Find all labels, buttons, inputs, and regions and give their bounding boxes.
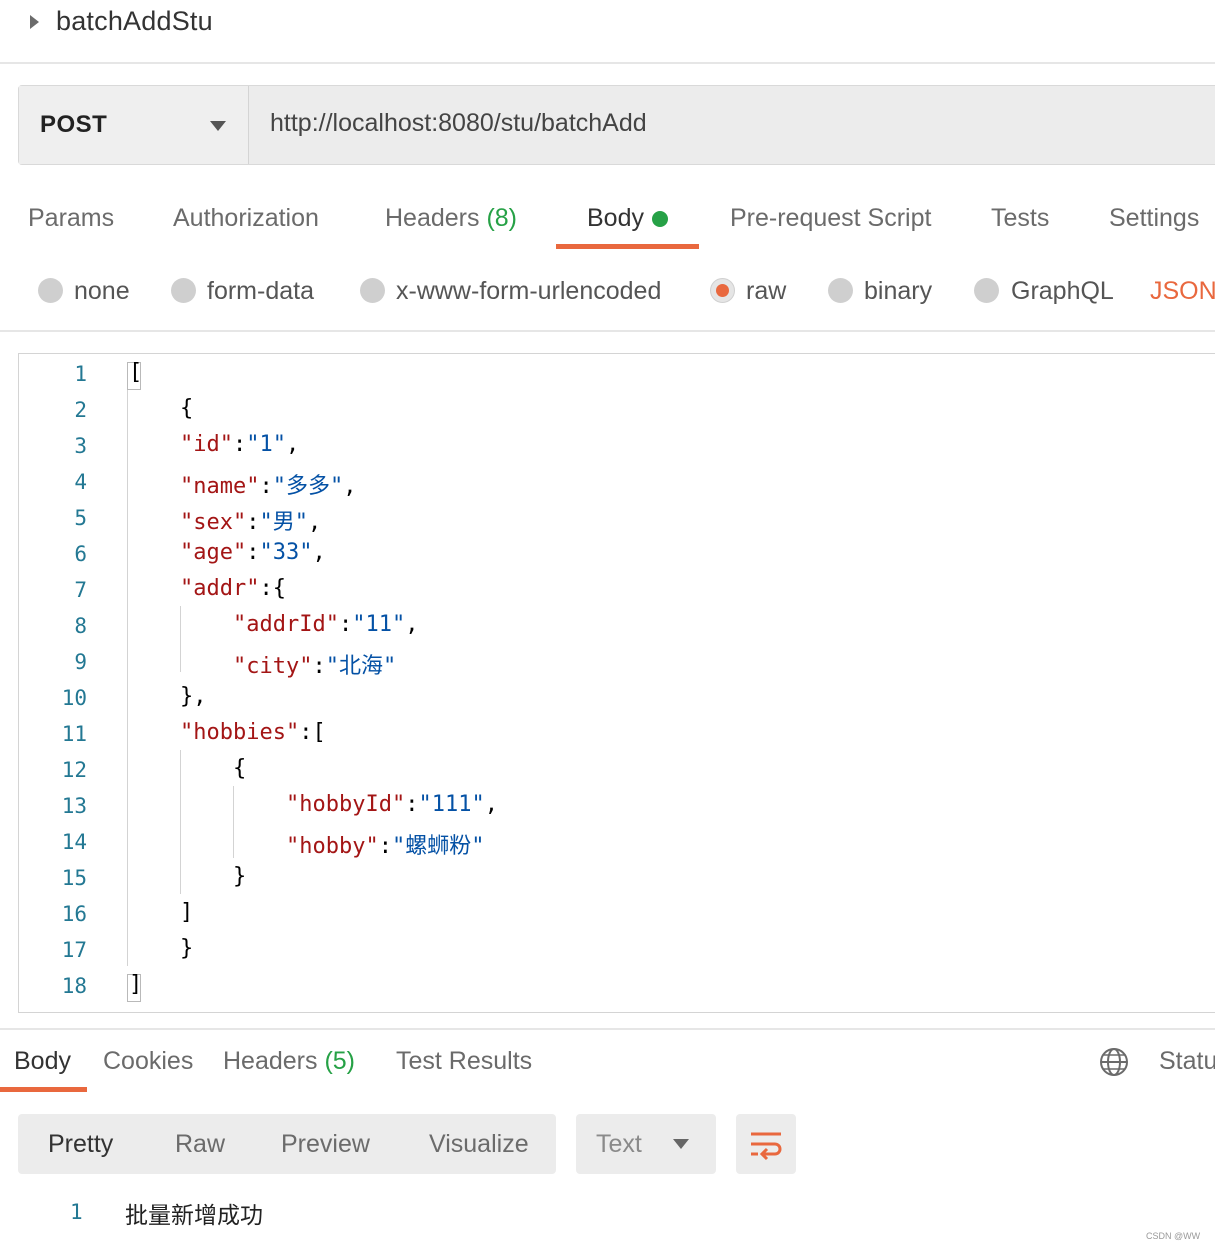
response-body-text: 批量新增成功 — [125, 1203, 263, 1229]
request-title-row: batchAddStu — [0, 0, 1215, 64]
active-tab-underline — [0, 1087, 87, 1092]
radio-binary-label[interactable]: binary — [864, 277, 932, 306]
watermark: CSDN @WW — [1146, 1231, 1201, 1241]
divider — [0, 330, 1215, 332]
chevron-down-icon — [210, 121, 226, 131]
status-label: Status — [1159, 1047, 1215, 1075]
response-tab-body[interactable]: Body — [14, 1047, 71, 1076]
tab-headers-count: (8) — [486, 204, 518, 232]
code-line-3: "id":"1", — [180, 432, 300, 457]
radio-raw[interactable] — [710, 278, 735, 303]
line-number-gutter: 1 2 3 4 5 6 7 8 9 10 11 12 13 14 15 16 1… — [19, 354, 127, 1012]
code-editor[interactable]: 1 2 3 4 5 6 7 8 9 10 11 12 13 14 15 16 1… — [18, 353, 1215, 1013]
code-line-17: } — [180, 936, 194, 961]
indent-guide — [180, 606, 181, 672]
tab-body[interactable]: Body — [587, 204, 644, 233]
code-line-13: "hobbyId":"111", — [286, 792, 498, 817]
code-line-8: "addrId":"11", — [233, 612, 419, 637]
wrap-lines-button[interactable] — [736, 1114, 796, 1174]
radio-form-data-label[interactable]: form-data — [207, 277, 314, 306]
line-number: 1 — [74, 362, 87, 386]
code-line-7: "addr":{ — [180, 576, 286, 601]
url-value: http://localhost:8080/stu/batchAdd — [270, 109, 647, 137]
response-tab-test-results[interactable]: Test Results — [396, 1047, 532, 1076]
response-tab-headers-count: (5) — [324, 1047, 356, 1075]
wrap-lines-icon — [751, 1132, 782, 1161]
tab-tests[interactable]: Tests — [991, 204, 1049, 233]
tab-settings[interactable]: Settings — [1109, 204, 1199, 233]
method-select[interactable]: POST — [19, 86, 249, 164]
line-number: 13 — [61, 794, 87, 818]
line-number: 6 — [74, 542, 87, 566]
expand-caret-icon[interactable] — [30, 15, 39, 29]
line-number: 3 — [74, 434, 87, 458]
radio-urlencoded-label[interactable]: x-www-form-urlencoded — [396, 277, 661, 306]
view-visualize-button[interactable]: Visualize — [429, 1130, 529, 1159]
code-line-16: ] — [180, 900, 194, 925]
line-number: 15 — [61, 866, 87, 890]
request-name[interactable]: batchAddStu — [56, 6, 213, 37]
view-pretty-button[interactable]: Pretty — [48, 1130, 113, 1159]
radio-graphql-label[interactable]: GraphQL — [1011, 277, 1114, 306]
line-number: 18 — [61, 974, 87, 998]
tab-headers-label: Headers — [385, 204, 480, 232]
code-line-15: } — [233, 864, 247, 889]
radio-graphql[interactable] — [974, 278, 999, 303]
view-preview-button[interactable]: Preview — [281, 1130, 370, 1159]
line-number: 11 — [61, 722, 87, 746]
globe-icon[interactable] — [1099, 1047, 1129, 1077]
chevron-down-icon — [673, 1139, 689, 1149]
response-tab-cookies[interactable]: Cookies — [103, 1047, 193, 1076]
divider — [0, 1028, 1215, 1030]
tab-pre-request-script[interactable]: Pre-request Script — [730, 204, 931, 233]
response-line-number: 1 — [70, 1200, 83, 1224]
body-indicator-dot — [652, 211, 668, 227]
code-line-10: }, — [180, 684, 207, 709]
view-raw-button[interactable]: Raw — [175, 1130, 225, 1159]
line-number: 8 — [74, 614, 87, 638]
code-line-4: "name":"多多", — [180, 474, 357, 499]
line-number: 10 — [61, 686, 87, 710]
code-line-14: "hobby":"螺蛳粉" — [286, 834, 485, 859]
radio-none[interactable] — [38, 278, 63, 303]
indent-guide — [233, 786, 234, 858]
line-number: 4 — [74, 470, 87, 494]
line-number: 7 — [74, 578, 87, 602]
indent-guide — [127, 386, 128, 966]
radio-form-data[interactable] — [171, 278, 196, 303]
response-tab-headers-label: Headers — [223, 1047, 318, 1075]
radio-binary[interactable] — [828, 278, 853, 303]
tab-authorization[interactable]: Authorization — [173, 204, 319, 233]
tab-params[interactable]: Params — [28, 204, 114, 233]
url-input[interactable]: http://localhost:8080/stu/batchAdd — [250, 86, 1215, 164]
code-line-18: ] — [129, 972, 143, 997]
code-line-11: "hobbies":[ — [180, 720, 326, 745]
code-line-6: "age":"33", — [180, 540, 326, 565]
radio-urlencoded[interactable] — [360, 278, 385, 303]
line-number: 14 — [61, 830, 87, 854]
code-line-9: "city":"北海" — [233, 654, 397, 679]
method-label: POST — [40, 111, 108, 138]
response-view-switcher: Pretty Raw Preview Visualize — [18, 1114, 556, 1174]
code-line-12: { — [233, 756, 247, 781]
radio-raw-label[interactable]: raw — [746, 277, 786, 306]
response-format-label: Text — [596, 1130, 642, 1158]
radio-none-label[interactable]: none — [74, 277, 130, 306]
response-tab-headers[interactable]: Headers (5) — [223, 1047, 355, 1076]
line-number: 2 — [74, 398, 87, 422]
response-format-select[interactable]: Text — [576, 1114, 716, 1174]
line-number: 17 — [61, 938, 87, 962]
line-number: 5 — [74, 506, 87, 530]
url-bar: POST http://localhost:8080/stu/batchAdd — [18, 85, 1215, 165]
line-number: 16 — [61, 902, 87, 926]
active-tab-underline — [556, 244, 699, 249]
tab-headers[interactable]: Headers (8) — [385, 204, 517, 233]
language-select[interactable]: JSON — [1150, 277, 1215, 306]
indent-guide — [180, 750, 181, 894]
code-line-1: [ — [129, 360, 143, 385]
code-line-5: "sex":"男", — [180, 510, 322, 535]
code-line-2: { — [180, 396, 194, 421]
line-number: 12 — [61, 758, 87, 782]
line-number: 9 — [74, 650, 87, 674]
